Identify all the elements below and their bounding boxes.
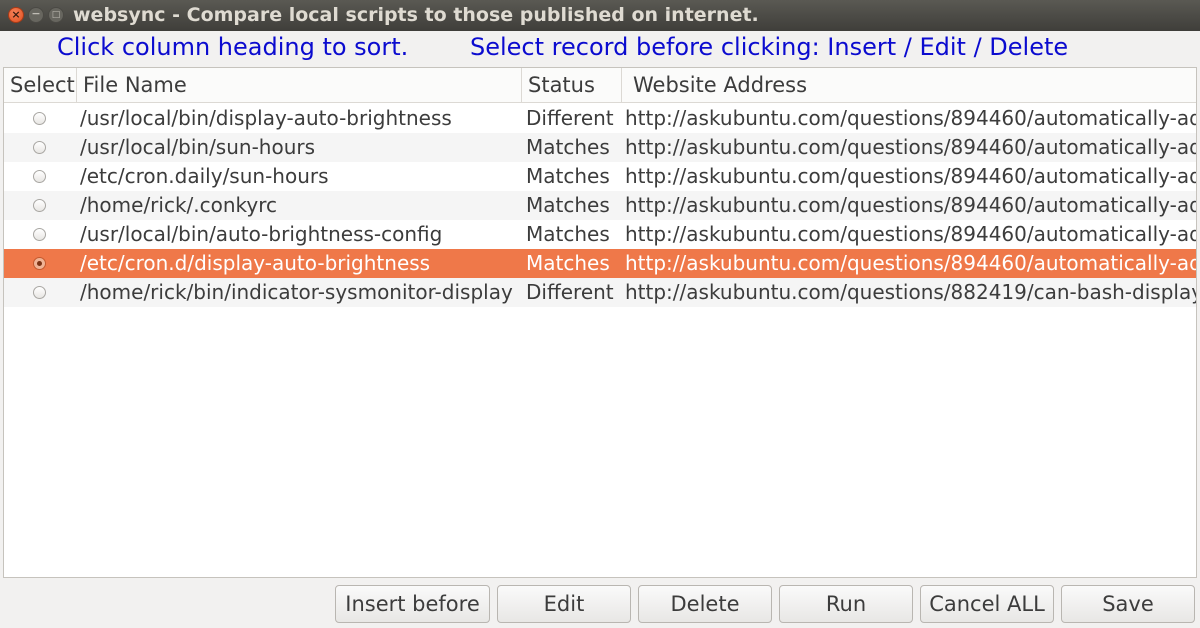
cancel-all-button[interactable]: Cancel ALL — [920, 585, 1054, 623]
edit-button[interactable]: Edit — [497, 585, 631, 623]
select-radio[interactable] — [33, 286, 46, 299]
column-header-select[interactable]: Select — [4, 68, 77, 103]
file-name-cell: /usr/local/bin/auto-brightness-config — [80, 222, 443, 246]
column-header-website-address[interactable]: Website Address — [622, 68, 1196, 103]
column-header-file-name[interactable]: File Name — [77, 68, 522, 103]
sort-hint-label: Click column heading to sort. — [57, 33, 409, 61]
file-name-cell: /home/rick/bin/indicator-sysmonitor-disp… — [80, 280, 513, 304]
window-title: websync - Compare local scripts to those… — [73, 4, 759, 26]
select-radio[interactable] — [33, 228, 46, 241]
window-titlebar: × − □ websync - Compare local scripts to… — [0, 0, 1200, 31]
table-row[interactable]: /usr/local/bin/auto-brightness-config Ma… — [4, 220, 1196, 249]
select-radio-checked[interactable] — [33, 257, 46, 270]
status-cell: Matches — [526, 193, 610, 217]
website-address-cell: http://askubuntu.com/questions/894460/au… — [625, 106, 1197, 130]
file-name-cell: /etc/cron.d/display-auto-brightness — [80, 251, 431, 275]
file-name-cell: /usr/local/bin/display-auto-brightness — [80, 106, 452, 130]
delete-button[interactable]: Delete — [638, 585, 772, 623]
status-cell: Matches — [526, 251, 610, 275]
website-address-cell: http://askubuntu.com/questions/894460/au… — [625, 193, 1197, 217]
run-button[interactable]: Run — [779, 585, 913, 623]
select-radio[interactable] — [33, 141, 46, 154]
table-row-selected[interactable]: /etc/cron.d/display-auto-brightness Matc… — [4, 249, 1196, 278]
close-window-icon[interactable]: × — [8, 7, 24, 23]
save-button[interactable]: Save — [1061, 585, 1195, 623]
select-radio[interactable] — [33, 170, 46, 183]
select-hint-label: Select record before clicking: Insert / … — [470, 33, 1069, 61]
website-address-cell: http://askubuntu.com/questions/894460/au… — [625, 164, 1197, 188]
status-cell: Different — [526, 280, 614, 304]
website-address-cell: http://askubuntu.com/questions/894460/au… — [625, 222, 1197, 246]
status-cell: Different — [526, 106, 614, 130]
status-cell: Matches — [526, 164, 610, 188]
select-radio[interactable] — [33, 199, 46, 212]
select-radio[interactable] — [33, 112, 46, 125]
website-address-cell: http://askubuntu.com/questions/882419/ca… — [625, 280, 1197, 304]
maximize-window-icon[interactable]: □ — [48, 7, 64, 23]
table-row[interactable]: /home/rick/.conkyrc Matches http://askub… — [4, 191, 1196, 220]
table-row[interactable]: /etc/cron.daily/sun-hours Matches http:/… — [4, 162, 1196, 191]
table-row[interactable]: /home/rick/bin/indicator-sysmonitor-disp… — [4, 278, 1196, 307]
file-name-cell: /etc/cron.daily/sun-hours — [80, 164, 329, 188]
status-cell: Matches — [526, 222, 610, 246]
table-row[interactable]: /usr/local/bin/display-auto-brightness D… — [4, 104, 1196, 133]
minimize-window-icon[interactable]: − — [28, 7, 44, 23]
file-name-cell: /usr/local/bin/sun-hours — [80, 135, 316, 159]
website-address-cell: http://askubuntu.com/questions/894460/au… — [625, 135, 1197, 159]
insert-before-button[interactable]: Insert before — [335, 585, 490, 623]
table-header: Select File Name Status Website Address — [4, 68, 1196, 103]
file-name-cell: /home/rick/.conkyrc — [80, 193, 278, 217]
scripts-table: Select File Name Status Website Address … — [3, 67, 1197, 578]
table-row[interactable]: /usr/local/bin/sun-hours Matches http://… — [4, 133, 1196, 162]
column-header-status[interactable]: Status — [522, 68, 622, 103]
status-cell: Matches — [526, 135, 610, 159]
website-address-cell: http://askubuntu.com/questions/894460/au… — [625, 251, 1197, 275]
